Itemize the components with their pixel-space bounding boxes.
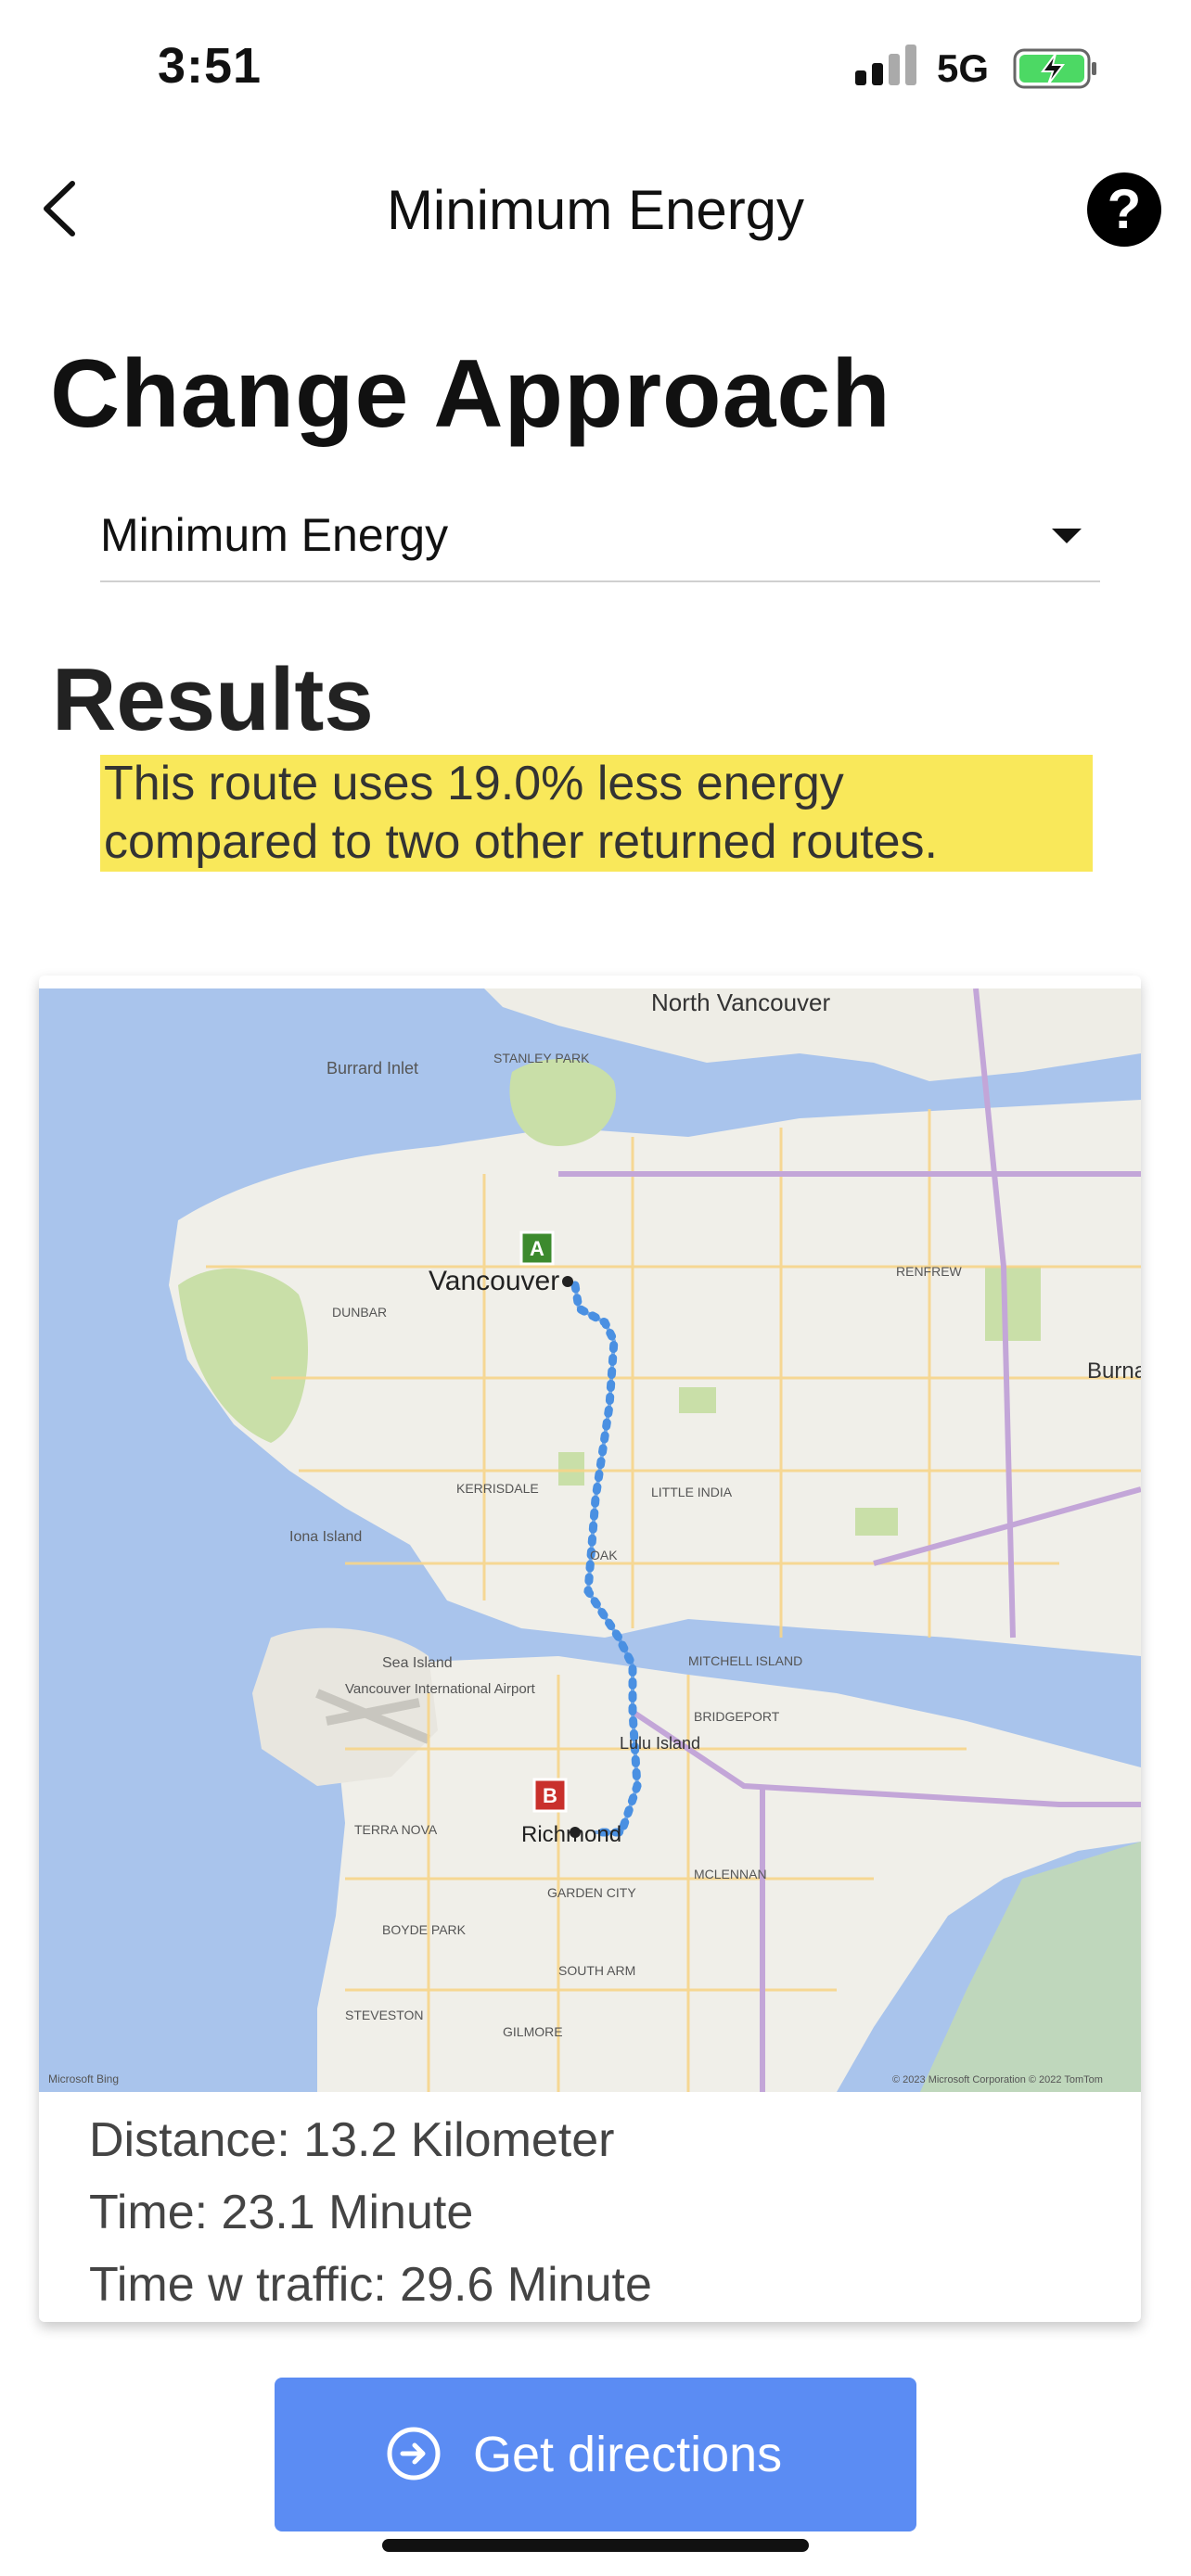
dropdown-caret-icon — [1052, 529, 1082, 543]
route-map[interactable]: A B North Vancouver Burrard Inlet STANLE… — [39, 988, 1141, 2092]
svg-text:Richmond: Richmond — [521, 1822, 621, 1847]
svg-text:DUNBAR: DUNBAR — [332, 1305, 387, 1320]
traffic-time-stat: Time w traffic: 29.6 Minute — [89, 2258, 652, 2312]
svg-text:MITCHELL ISLAND: MITCHELL ISLAND — [688, 1653, 802, 1668]
get-directions-button[interactable]: Get directions — [275, 2378, 916, 2531]
svg-text:B: B — [543, 1784, 557, 1807]
help-icon[interactable]: ? — [1087, 172, 1161, 247]
svg-text:TERRA NOVA: TERRA NOVA — [354, 1822, 438, 1837]
svg-text:GILMORE: GILMORE — [503, 2024, 563, 2039]
battery-charging-icon — [1013, 48, 1096, 89]
svg-text:Burna: Burna — [1087, 1358, 1141, 1384]
get-directions-label: Get directions — [473, 2427, 783, 2482]
svg-text:RENFREW: RENFREW — [896, 1264, 963, 1279]
svg-text:KERRISDALE: KERRISDALE — [456, 1481, 539, 1496]
svg-text:Iona Island: Iona Island — [289, 1529, 362, 1545]
arrow-circle-right-icon — [387, 2427, 441, 2480]
svg-text:Lulu Island: Lulu Island — [620, 1734, 700, 1753]
svg-text:OAK: OAK — [590, 1548, 618, 1562]
svg-text:Vancouver: Vancouver — [429, 1266, 559, 1296]
svg-text:A: A — [530, 1237, 544, 1260]
approach-select-value: Minimum Energy — [100, 509, 449, 561]
svg-text:MCLENNAN: MCLENNAN — [694, 1867, 767, 1881]
results-summary-line-2: compared to two other returned routes. — [104, 815, 938, 869]
svg-text:© 2023 Microsoft Corporation ©: © 2023 Microsoft Corporation © 2022 TomT… — [892, 2074, 1103, 2085]
distance-stat: Distance: 13.2 Kilometer — [89, 2113, 615, 2167]
approach-select[interactable]: Minimum Energy — [100, 495, 1100, 582]
svg-text:Burrard Inlet: Burrard Inlet — [327, 1059, 418, 1078]
change-approach-heading: Change Approach — [50, 340, 891, 448]
time-stat: Time: 23.1 Minute — [89, 2186, 474, 2239]
results-summary: This route uses 19.0% less energy compar… — [100, 755, 1093, 872]
results-heading: Results — [52, 650, 374, 749]
results-summary-line-1: This route uses 19.0% less energy — [104, 757, 844, 810]
svg-text:Microsoft Bing: Microsoft Bing — [48, 2072, 119, 2085]
svg-text:Sea Island: Sea Island — [382, 1655, 453, 1671]
svg-text:BOYDE PARK: BOYDE PARK — [382, 1922, 467, 1937]
svg-text:STANLEY PARK: STANLEY PARK — [493, 1051, 590, 1065]
svg-text:North Vancouver: North Vancouver — [651, 988, 831, 1016]
network-type: 5G — [937, 46, 990, 90]
signal-icon — [855, 43, 920, 85]
svg-text:STEVESTON: STEVESTON — [345, 2008, 424, 2022]
svg-text:BRIDGEPORT: BRIDGEPORT — [694, 1709, 780, 1724]
svg-text:GARDEN CITY: GARDEN CITY — [547, 1885, 636, 1900]
home-indicator[interactable] — [382, 2539, 809, 2552]
status-time: 3:51 — [158, 38, 263, 94]
nav-title: Minimum Energy — [386, 179, 805, 241]
svg-text:LITTLE INDIA: LITTLE INDIA — [651, 1485, 733, 1499]
svg-text:Vancouver International Airpor: Vancouver International Airport — [345, 1681, 536, 1697]
svg-text:SOUTH ARM: SOUTH ARM — [558, 1963, 635, 1978]
